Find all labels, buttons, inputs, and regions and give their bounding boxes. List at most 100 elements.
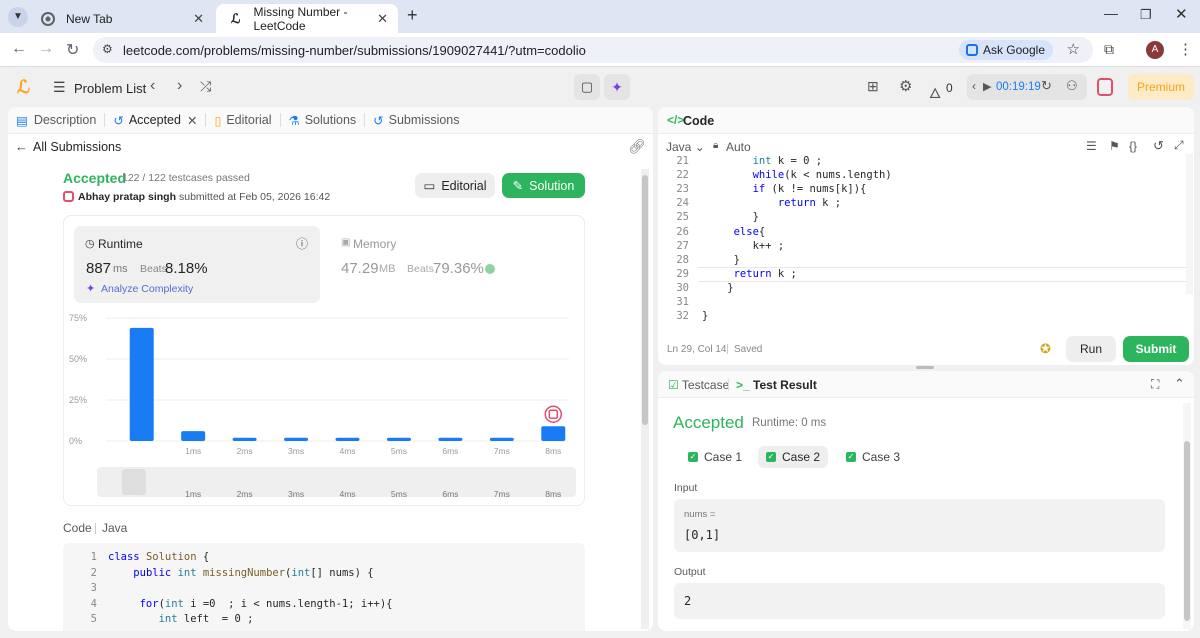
layout-icon[interactable]: ⊞	[867, 78, 879, 95]
forward-icon[interactable]: →	[38, 40, 54, 58]
run-button[interactable]: Run	[1066, 336, 1116, 362]
runtime-box[interactable]: ◷ Runtime ⓘ 887 ms Beats 8.18% ✦ Analyze…	[74, 226, 320, 303]
memory-label[interactable]: Memory	[353, 237, 396, 251]
tab-submissions[interactable]: ↺ Submissions	[365, 113, 467, 128]
chart-bar[interactable]	[386, 437, 411, 441]
format-icon[interactable]: ☰	[1086, 139, 1097, 153]
code-line[interactable]: if (k != nums[k]){	[702, 183, 867, 195]
collapse-icon[interactable]: ⌃	[1174, 376, 1185, 392]
tab-description[interactable]: ▤ Description	[8, 113, 104, 128]
shuffle-icon[interactable]: ⤮	[200, 78, 211, 95]
maximize-icon[interactable]: ⛶	[1151, 377, 1159, 392]
tab-accepted[interactable]: ↺ Accepted ✕	[105, 113, 205, 128]
back-arrow-icon[interactable]: ←	[15, 139, 28, 154]
code-line[interactable]: k++ ;	[702, 240, 785, 252]
menu-dots-icon[interactable]: ⋮	[1178, 40, 1193, 58]
code-line[interactable]: }	[702, 310, 708, 322]
case-2-tab[interactable]: ✓ Case 2	[758, 446, 829, 468]
panel-resize-handle[interactable]	[916, 366, 934, 369]
case-1-tab[interactable]: ✓ Case 1	[680, 446, 750, 468]
ask-google-button[interactable]: Ask Google	[958, 40, 1053, 60]
chart-bar[interactable]	[284, 437, 309, 441]
code-line[interactable]: return k ;	[702, 268, 797, 280]
next-problem-icon[interactable]: ›	[177, 77, 182, 95]
code-line[interactable]: }	[702, 282, 733, 294]
ai-sparkle-icon[interactable]: ✦	[604, 74, 630, 100]
note-icon[interactable]: ▢	[574, 74, 600, 100]
code-line[interactable]: else{	[702, 226, 766, 238]
close-tab-icon[interactable]: ✕	[377, 11, 388, 27]
submit-button[interactable]: Submit	[1123, 336, 1189, 362]
profile-avatar[interactable]: A	[1146, 41, 1164, 59]
x-tick-label: 3ms	[288, 446, 304, 456]
timer-prev-icon[interactable]: ‹	[972, 79, 976, 93]
timer-widget[interactable]: ‹ ▶ 00:19:19 ↻ ⚇	[967, 74, 1087, 100]
leetcode-badge-icon[interactable]	[1097, 78, 1113, 96]
premium-button[interactable]: Premium	[1128, 74, 1194, 100]
all-submissions-link[interactable]: All Submissions	[33, 140, 121, 154]
debug-icon[interactable]: ✪	[1040, 341, 1051, 357]
case-3-tab[interactable]: ✓ Case 3	[838, 446, 908, 468]
prev-problem-icon[interactable]: ‹	[150, 77, 155, 95]
expand-icon[interactable]: ⤢	[1174, 138, 1184, 153]
omnibox[interactable]: ⚙ leetcode.com/problems/missing-number/s…	[93, 37, 1093, 63]
result-scrollbar[interactable]	[1183, 403, 1191, 629]
chart-bar[interactable]	[541, 426, 566, 441]
editorial-button[interactable]: ▭ Editorial	[415, 173, 495, 198]
bookmark-icon[interactable]: ⚑	[1109, 139, 1120, 153]
close-tab-icon[interactable]: ✕	[187, 113, 197, 128]
restore-icon[interactable]: ❐	[1140, 7, 1152, 23]
chart-bar[interactable]	[181, 431, 206, 441]
chart-bar[interactable]	[335, 437, 360, 441]
tab-test-result[interactable]: >_ Test Result	[736, 378, 817, 392]
bookmark-star-icon[interactable]: ☆	[1067, 40, 1080, 58]
back-icon[interactable]: ←	[11, 40, 27, 58]
language-selector[interactable]: Java ⌄	[666, 140, 705, 154]
solution-button[interactable]: ✎ Solution	[502, 173, 585, 198]
chart-bar[interactable]	[489, 437, 514, 441]
line-number: 27	[676, 239, 689, 252]
play-icon[interactable]: ▶	[983, 80, 991, 93]
reload-icon[interactable]: ↻	[66, 40, 79, 60]
problem-list-link[interactable]: Problem List	[74, 81, 146, 96]
close-window-icon[interactable]: ✕	[1175, 5, 1188, 23]
close-tab-icon[interactable]: ✕	[193, 11, 204, 27]
add-user-icon[interactable]: ⚇	[1066, 78, 1078, 94]
browser-tab-leetcode[interactable]: ℒ Missing Number - LeetCode ✕	[216, 4, 398, 33]
site-info-icon[interactable]: ⚙	[102, 42, 113, 56]
info-icon[interactable]: ⓘ	[296, 235, 308, 252]
left-scrollbar[interactable]	[641, 169, 649, 629]
analyze-complexity-link[interactable]: Analyze Complexity	[101, 283, 193, 295]
browser-tab-new-tab[interactable]: New Tab ✕	[28, 4, 214, 33]
user-name[interactable]: Abhay pratap singh	[78, 191, 176, 203]
reset-code-icon[interactable]: ↺	[1153, 138, 1164, 154]
output-value: 2	[684, 594, 692, 608]
new-tab-icon[interactable]: +	[407, 5, 418, 26]
code-line[interactable]: int k = 0 ;	[702, 155, 823, 167]
settings-icon[interactable]: ⚙	[899, 77, 912, 95]
leetcode-logo[interactable]: ℒ	[17, 77, 30, 98]
reset-timer-icon[interactable]: ↻	[1041, 78, 1052, 94]
code-line[interactable]: }	[702, 211, 759, 223]
code-line[interactable]: while(k < nums.length)	[702, 169, 892, 181]
braces-icon[interactable]: {}	[1129, 139, 1137, 153]
scroll-thumb[interactable]	[642, 175, 648, 425]
code-line[interactable]: }	[702, 254, 740, 266]
editor-scrollbar[interactable]	[1186, 154, 1193, 294]
chart-bar[interactable]	[232, 437, 257, 441]
tab-editorial[interactable]: ▯ Editorial	[206, 113, 279, 128]
share-link-icon[interactable]: 🔗︎	[628, 138, 646, 155]
auto-mode[interactable]: Auto	[726, 140, 751, 154]
url-text[interactable]: leetcode.com/problems/missing-number/sub…	[123, 43, 586, 58]
tab-solutions[interactable]: ⚗ Solutions	[281, 113, 365, 128]
code-line[interactable]: return k ;	[702, 197, 841, 209]
chart-bar[interactable]	[129, 327, 154, 441]
scroll-thumb[interactable]	[1184, 441, 1190, 621]
tab-testcase[interactable]: ☑ Testcase	[668, 378, 729, 392]
range-tick-label: 2ms	[236, 489, 253, 499]
tab-search-icon[interactable]: ▼	[8, 7, 28, 27]
chart-bar[interactable]	[438, 437, 463, 441]
minimize-icon[interactable]: —	[1104, 5, 1118, 21]
extensions-icon[interactable]: ⧉	[1104, 41, 1114, 58]
testcases-passed: 122 / 122 testcases passed	[122, 172, 250, 184]
